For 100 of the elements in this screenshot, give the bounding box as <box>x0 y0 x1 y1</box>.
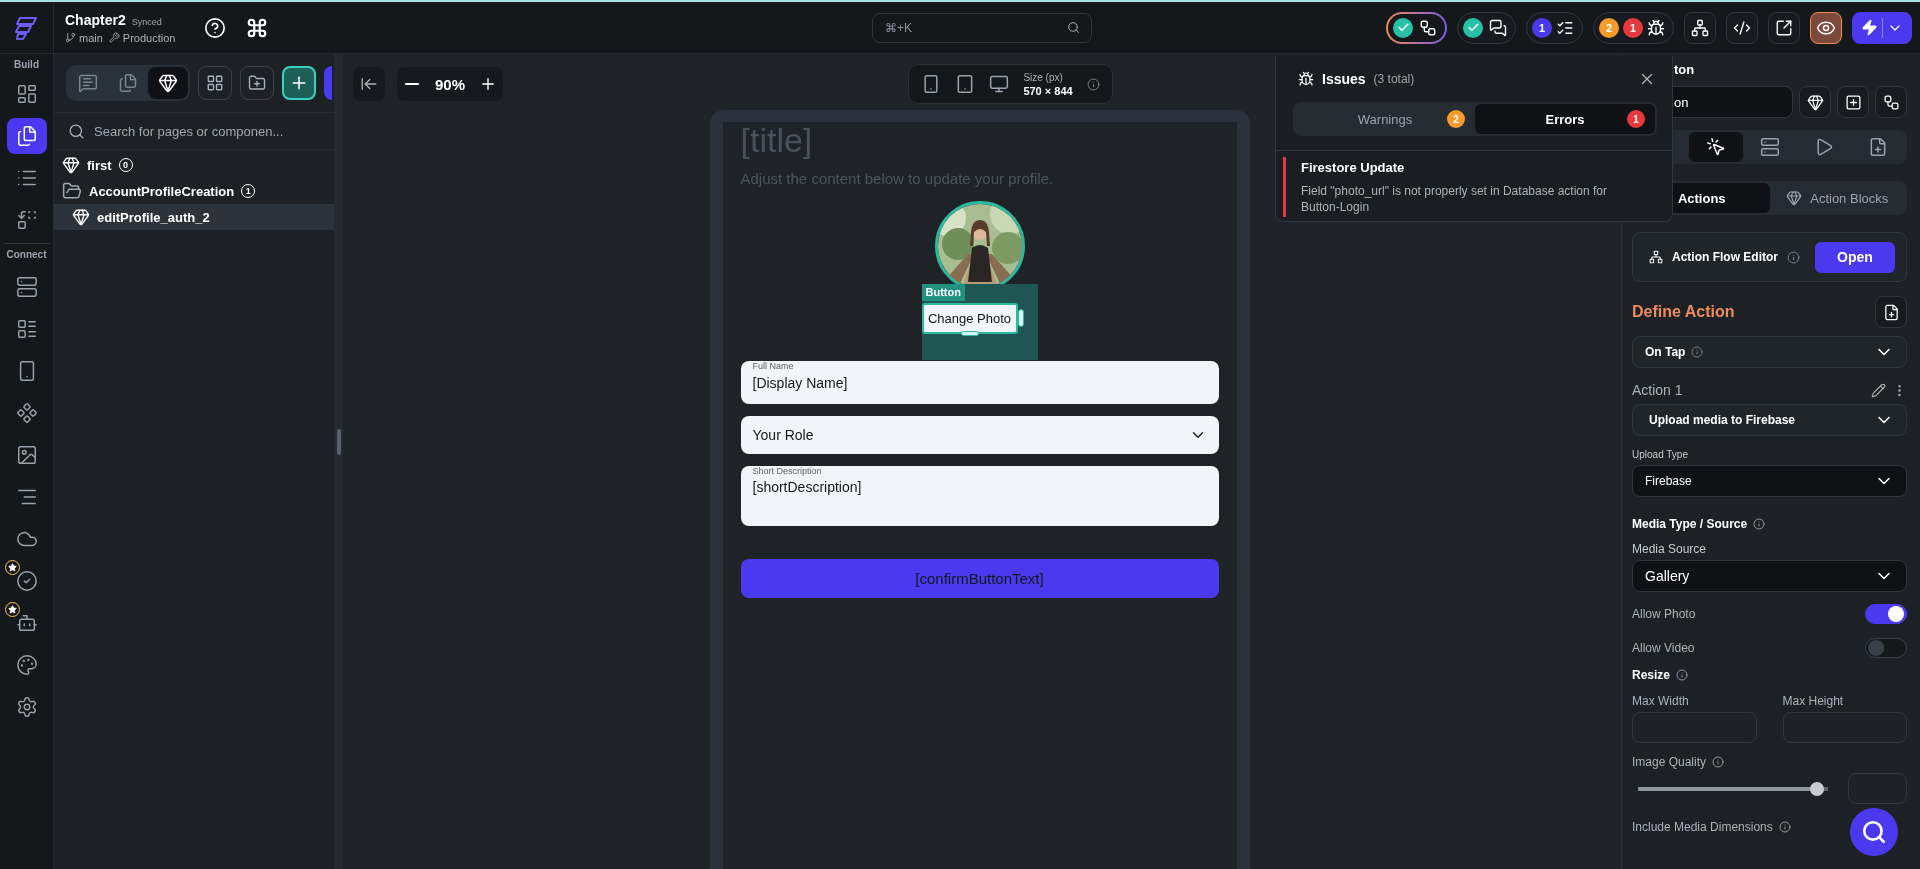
field-label: Upload Type <box>1632 448 1689 461</box>
gem-icon <box>72 208 90 226</box>
search-icon <box>68 122 85 140</box>
toggle-switch[interactable] <box>1865 604 1907 624</box>
card-title: Action Flow Editor <box>1672 250 1778 264</box>
tree-item[interactable]: editProfile_auth_2 <box>54 204 334 230</box>
chat-icon <box>1489 18 1507 37</box>
gem-icon <box>1786 190 1803 206</box>
environment-name[interactable]: Production <box>122 31 176 44</box>
issues-tab[interactable]: Warnings 2 <box>1295 104 1475 134</box>
info-icon <box>1778 821 1791 833</box>
status-button[interactable] <box>1386 11 1447 44</box>
trigger-dropdown[interactable]: On Tap <box>1632 336 1907 368</box>
slider-thumb[interactable] <box>1810 781 1825 796</box>
gem-button[interactable] <box>1799 86 1831 118</box>
bug-icon <box>1298 71 1314 87</box>
text-field[interactable]: Full Name [Display Name] <box>740 361 1219 404</box>
project-name[interactable]: Chapter2 <box>65 11 126 28</box>
file-plus-icon <box>1882 303 1900 321</box>
external-link-button[interactable] <box>1768 11 1800 44</box>
size-value: 570 × 844 <box>1023 84 1073 97</box>
zoom-level: 90% <box>435 75 466 93</box>
status-button[interactable]: 2 1 <box>1593 11 1674 44</box>
field-label: Image Quality <box>1632 755 1707 769</box>
selection-tag: Button <box>921 284 965 301</box>
collapse-button[interactable] <box>353 67 385 101</box>
grid-button[interactable] <box>198 66 232 100</box>
info-icon <box>1712 756 1725 768</box>
bug-icon <box>1647 18 1665 37</box>
settings-icon <box>15 696 38 718</box>
dropdown-field[interactable]: Your Role <box>740 416 1219 454</box>
search-field[interactable]: ⌘+K <box>872 12 1092 43</box>
status-button[interactable] <box>1457 11 1516 44</box>
open-button[interactable]: Open <box>1815 241 1895 273</box>
gem-icon <box>158 73 178 93</box>
field-label: Max Height <box>1782 694 1845 708</box>
tree-item[interactable]: first 0 <box>54 152 334 178</box>
field-value: [Display Name] <box>752 374 849 391</box>
toggle-switch[interactable] <box>1865 638 1907 658</box>
play-icon <box>1814 137 1834 157</box>
tree-label: first <box>87 157 112 173</box>
rail-item[interactable] <box>6 118 47 154</box>
minus-icon <box>405 83 419 85</box>
field-label: Media Source <box>1632 543 1708 556</box>
text-area[interactable]: Short Description [shortDescription] <box>740 466 1219 526</box>
toggle-label: Allow Video <box>1632 641 1696 655</box>
search-icon <box>1861 819 1887 845</box>
action-label: Action 1 <box>1632 382 1684 398</box>
logo-icon[interactable] <box>13 14 40 41</box>
resize-handle[interactable] <box>1017 308 1024 327</box>
add-button[interactable] <box>282 66 316 100</box>
count-badge: 1 <box>1623 17 1643 38</box>
status-button[interactable]: 1 <box>1526 11 1583 44</box>
command-icon[interactable] <box>246 16 269 39</box>
external-link-icon <box>1775 18 1793 37</box>
help-icon[interactable] <box>204 16 227 39</box>
add-folder-button[interactable] <box>240 66 274 100</box>
resize-handle[interactable] <box>336 428 341 455</box>
resize-handle[interactable] <box>960 331 979 336</box>
panel-tab[interactable] <box>1689 132 1743 162</box>
pencil-icon[interactable] <box>1871 382 1886 398</box>
add-widget-button[interactable] <box>1837 86 1869 118</box>
change-photo-button[interactable]: Change Photo <box>921 303 1018 334</box>
code-button[interactable] <box>1726 11 1758 44</box>
preview-button[interactable] <box>1810 11 1842 44</box>
info-icon <box>1787 250 1800 264</box>
field-value: Your Role <box>752 427 815 443</box>
monitor-icon <box>989 74 1010 94</box>
lightning-icon <box>1861 19 1878 36</box>
issue-item[interactable]: Firestore Update Field "photo_url" is not properly set in Database action for Button-Login <box>1283 157 1672 217</box>
folder-icon <box>62 181 82 201</box>
swap-icon <box>15 209 38 231</box>
branch-name[interactable]: main <box>79 31 103 44</box>
action-dropdown[interactable]: Upload media to Firebase <box>1632 404 1907 436</box>
toolbar-button[interactable] <box>324 66 332 100</box>
tree-label: editProfile_auth_2 <box>97 209 210 225</box>
sync-status: Synced <box>131 16 162 27</box>
desktop-button[interactable] <box>989 74 1010 94</box>
field-value: [shortDescription] <box>752 479 863 495</box>
add-action-button[interactable] <box>1875 296 1907 328</box>
field-label: Max Width <box>1632 694 1690 708</box>
dashboard-icon <box>15 83 38 105</box>
actions-tab[interactable]: Action Blocks <box>1769 183 1905 213</box>
issues-tab[interactable]: Errors 1 <box>1475 104 1655 134</box>
popup-title: Issues <box>1322 71 1366 87</box>
upload-type-dropdown[interactable]: Firebase <box>1632 465 1907 497</box>
media-source-dropdown[interactable]: Gallery <box>1632 560 1907 592</box>
tree-label: AccountProfileCreation <box>89 183 235 199</box>
tree-item[interactable]: AccountProfileCreation 1 <box>54 178 334 204</box>
tree-button[interactable] <box>1684 11 1716 44</box>
view-tab[interactable] <box>148 67 188 99</box>
code-icon <box>1733 18 1751 37</box>
file-plus-icon <box>1868 137 1888 157</box>
issue-title: Firestore Update <box>1301 160 1406 175</box>
count-badge: 2 <box>1599 17 1619 38</box>
search-field[interactable]: Search for pages or componen... <box>54 113 334 149</box>
search-icon <box>1067 21 1080 34</box>
image-icon <box>15 444 38 466</box>
deploy-button[interactable] <box>1852 11 1912 44</box>
logo-button[interactable] <box>1875 86 1907 118</box>
